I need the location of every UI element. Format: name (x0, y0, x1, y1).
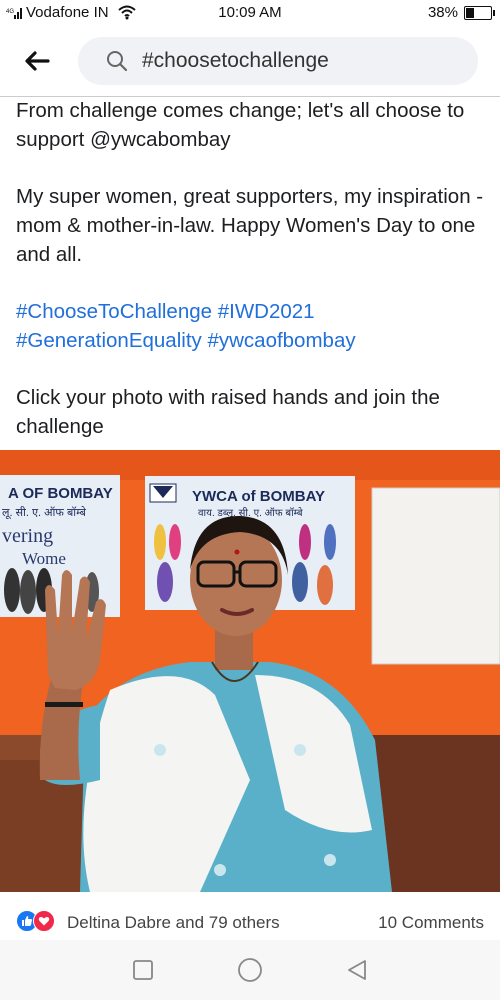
post-photo[interactable]: A OF BOMBAY लू. सी. ए. ऑफ बॉम्बे vering … (0, 450, 500, 892)
battery-info: 38% (427, 4, 495, 21)
comments-count[interactable]: 10 Comments (378, 913, 484, 933)
search-input[interactable] (140, 48, 444, 74)
reaction-names[interactable]: Deltina Dabre and 79 others (67, 913, 280, 933)
recents-button[interactable] (129, 956, 157, 984)
battery-icon (464, 5, 495, 20)
clock: 10:09 AM (218, 4, 282, 21)
post-paragraph: From challenge comes change; let's all c… (16, 99, 465, 151)
banner-left-sub: लू. सी. ए. ऑफ बॉम्बे (2, 506, 87, 520)
android-nav-bar (0, 940, 500, 1000)
home-button[interactable] (236, 956, 264, 984)
search-header (0, 26, 500, 97)
banner-right-title: YWCA of BOMBAY (192, 488, 325, 505)
reaction-icons[interactable] (16, 910, 55, 932)
banner-left-word1: vering (2, 525, 53, 547)
hashtags-link[interactable]: #ChooseToChallenge #IWD2021 #GenerationE… (16, 297, 491, 355)
banner-left-word2: Wome (22, 549, 66, 568)
banner-left-title: A OF BOMBAY (8, 485, 113, 502)
love-reaction-icon (33, 910, 55, 932)
square-icon (133, 960, 154, 980)
post-paragraph: My super women, great supporters, my ins… (16, 185, 484, 266)
circle-icon (238, 958, 262, 982)
battery-percent: 38% (427, 4, 458, 21)
back-nav-button[interactable] (343, 956, 371, 984)
search-bar[interactable] (78, 37, 478, 85)
reaction-summary: Deltina Dabre and 79 others 10 Comments (0, 904, 500, 940)
status-bar: 4G Vodafone IN 10:09 AM 38% (0, 0, 500, 26)
search-icon (107, 51, 128, 72)
arrow-left-icon (25, 51, 50, 71)
triangle-back-icon (347, 960, 366, 980)
post-body: From challenge comes change; let's all c… (16, 96, 491, 469)
photo-illustration: A OF BOMBAY लू. सी. ए. ऑफ बॉम्बे vering … (0, 450, 500, 892)
post-paragraph: Click your photo with raised hands and j… (16, 386, 440, 438)
back-button[interactable] (22, 46, 52, 76)
battery-fill (466, 7, 475, 18)
banner-right-sub: वाय. डब्लू. सी. ए. ऑफ बॉम्बे (198, 507, 303, 519)
